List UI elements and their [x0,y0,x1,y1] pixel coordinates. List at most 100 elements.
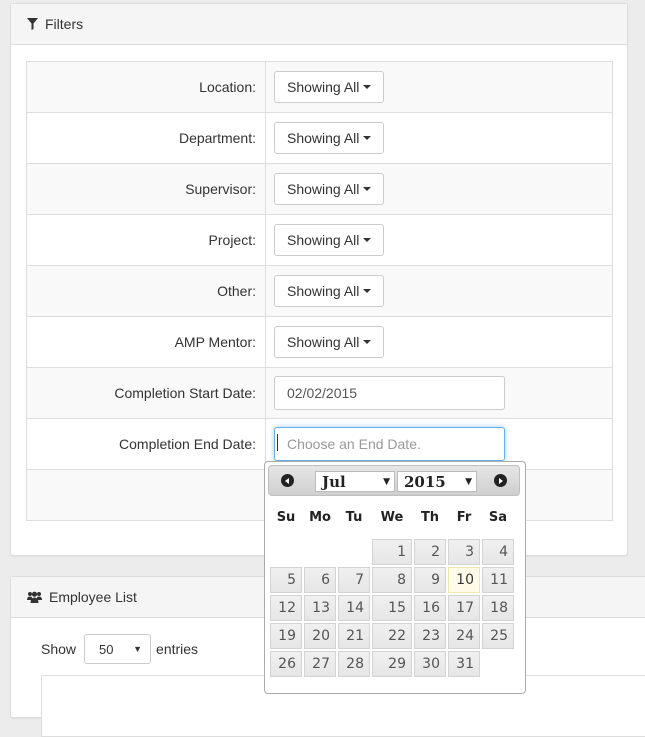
calendar-day[interactable]: 30 [414,651,446,677]
calendar-week-row: 19 20 21 22 23 24 25 [270,623,514,649]
filter-label: Location: [26,61,266,113]
chevron-down-icon: ▼ [383,476,390,487]
calendar-day[interactable]: 27 [304,651,336,677]
calendar-cell: 1 [372,539,412,565]
calendar-day[interactable]: 6 [304,567,336,593]
calendar-day[interactable]: 28 [338,651,370,677]
month-select[interactable]: Jul ▼ [315,471,395,492]
calendar-cell [338,539,370,565]
calendar-day[interactable]: 21 [338,623,370,649]
calendar-day[interactable]: 7 [338,567,370,593]
calendar-cell: 11 [482,567,514,593]
calendar-cell [270,539,302,565]
calendar-cell: 6 [304,567,336,593]
calendar-day[interactable]: 13 [304,595,336,621]
calendar-day[interactable]: 29 [372,651,412,677]
caret-down-icon [363,136,372,140]
calendar-day[interactable]: 4 [482,539,514,565]
weekday-label: We [380,509,404,525]
weekday-header-row: Su Mo Tu We Th Fr Sa [270,507,514,537]
prev-month-button[interactable] [281,474,294,487]
entries-select[interactable]: 50 ▼ [84,634,152,664]
filter-row-other: Other: Showing All [26,265,613,317]
filter-label: Completion Start Date: [26,367,266,419]
calendar-day[interactable]: 24 [448,623,480,649]
filter-label: AMP Mentor: [26,316,266,368]
calendar-cell: 15 [372,595,412,621]
supervisor-dropdown[interactable]: Showing All [274,173,385,205]
calendar-day[interactable]: 31 [448,651,480,677]
calendar-day[interactable]: 15 [372,595,412,621]
empty-cell [26,469,266,521]
calendar-day[interactable]: 20 [304,623,336,649]
weekday-label: Sa [488,509,508,525]
calendar-day[interactable]: 11 [482,567,514,593]
dropdown-value: Showing All [287,334,360,350]
project-dropdown[interactable]: Showing All [274,224,385,256]
dropdown-value: Showing All [287,79,360,95]
calendar-cell: 4 [482,539,514,565]
calendar-day[interactable]: 19 [270,623,302,649]
calendar-week-row: 1234 [270,539,514,565]
caret-down-icon [363,238,372,242]
caret-down-icon [363,289,372,293]
department-dropdown[interactable]: Showing All [274,122,385,154]
circle-triangle-right-icon [499,477,503,484]
calendar-day-today[interactable]: 10 [448,567,480,593]
calendar-cell: 24 [448,623,480,649]
filter-label: Department: [26,112,266,164]
calendar-cell: 17 [448,595,480,621]
calendar-cell: 12 [270,595,302,621]
calendar-cell: 23 [414,623,446,649]
calendar-cell: 8 [372,567,412,593]
show-label: Show [41,641,77,657]
calendar-cell: 26 [270,651,302,677]
filters-table: Location: Showing All Department: Showin… [26,61,613,521]
calendar-cell: 31 [448,651,480,677]
calendar-cell: 29 [372,651,412,677]
calendar-week-row: 5 6 7 8 9 10 11 [270,567,514,593]
calendar-cell: 10 [448,567,480,593]
calendar-day[interactable]: 8 [372,567,412,593]
filter-row-amp-mentor: AMP Mentor: Showing All [26,316,613,368]
entries-value: 50 [99,641,114,657]
calendar-cell: 20 [304,623,336,649]
calendar-day[interactable]: 14 [338,595,370,621]
calendar-day[interactable]: 17 [448,595,480,621]
calendar-cell: 3 [448,539,480,565]
filters-title: Filters [45,16,84,32]
chevron-down-icon: ▼ [465,476,472,487]
calendar-day[interactable]: 12 [270,595,302,621]
calendar-cell: 16 [414,595,446,621]
calendar-cell: 18 [482,595,514,621]
next-month-button[interactable] [494,474,507,487]
calendar-day[interactable]: 2 [414,539,446,565]
calendar-day[interactable]: 25 [482,623,514,649]
weekday-label: Mo [309,509,331,525]
year-select[interactable]: 2015 ▼ [397,471,477,492]
calendar-day[interactable]: 9 [414,567,446,593]
calendar-day[interactable]: 3 [448,539,480,565]
other-dropdown[interactable]: Showing All [274,275,385,307]
filter-label: Supervisor: [26,163,266,215]
calendar-day[interactable]: 26 [270,651,302,677]
calendar-day[interactable]: 18 [482,595,514,621]
calendar-day[interactable]: 23 [414,623,446,649]
calendar-day[interactable]: 22 [372,623,412,649]
calendar-day[interactable]: 1 [372,539,412,565]
calendar-cell: 13 [304,595,336,621]
caret-down-icon [363,340,372,344]
calendar-cell: 25 [482,623,514,649]
calendar-day[interactable]: 16 [414,595,446,621]
end-date-input[interactable] [274,427,505,461]
calendar-cell: 30 [414,651,446,677]
calendar-cell [482,651,514,677]
location-dropdown[interactable]: Showing All [274,71,385,103]
filter-label: Other: [26,265,266,317]
text-cursor [277,434,278,451]
calendar-day[interactable]: 5 [270,567,302,593]
calendar-cell: 14 [338,595,370,621]
start-date-input[interactable] [274,376,505,410]
filter-row-supervisor: Supervisor: Showing All [26,163,613,215]
amp-mentor-dropdown[interactable]: Showing All [274,326,385,358]
